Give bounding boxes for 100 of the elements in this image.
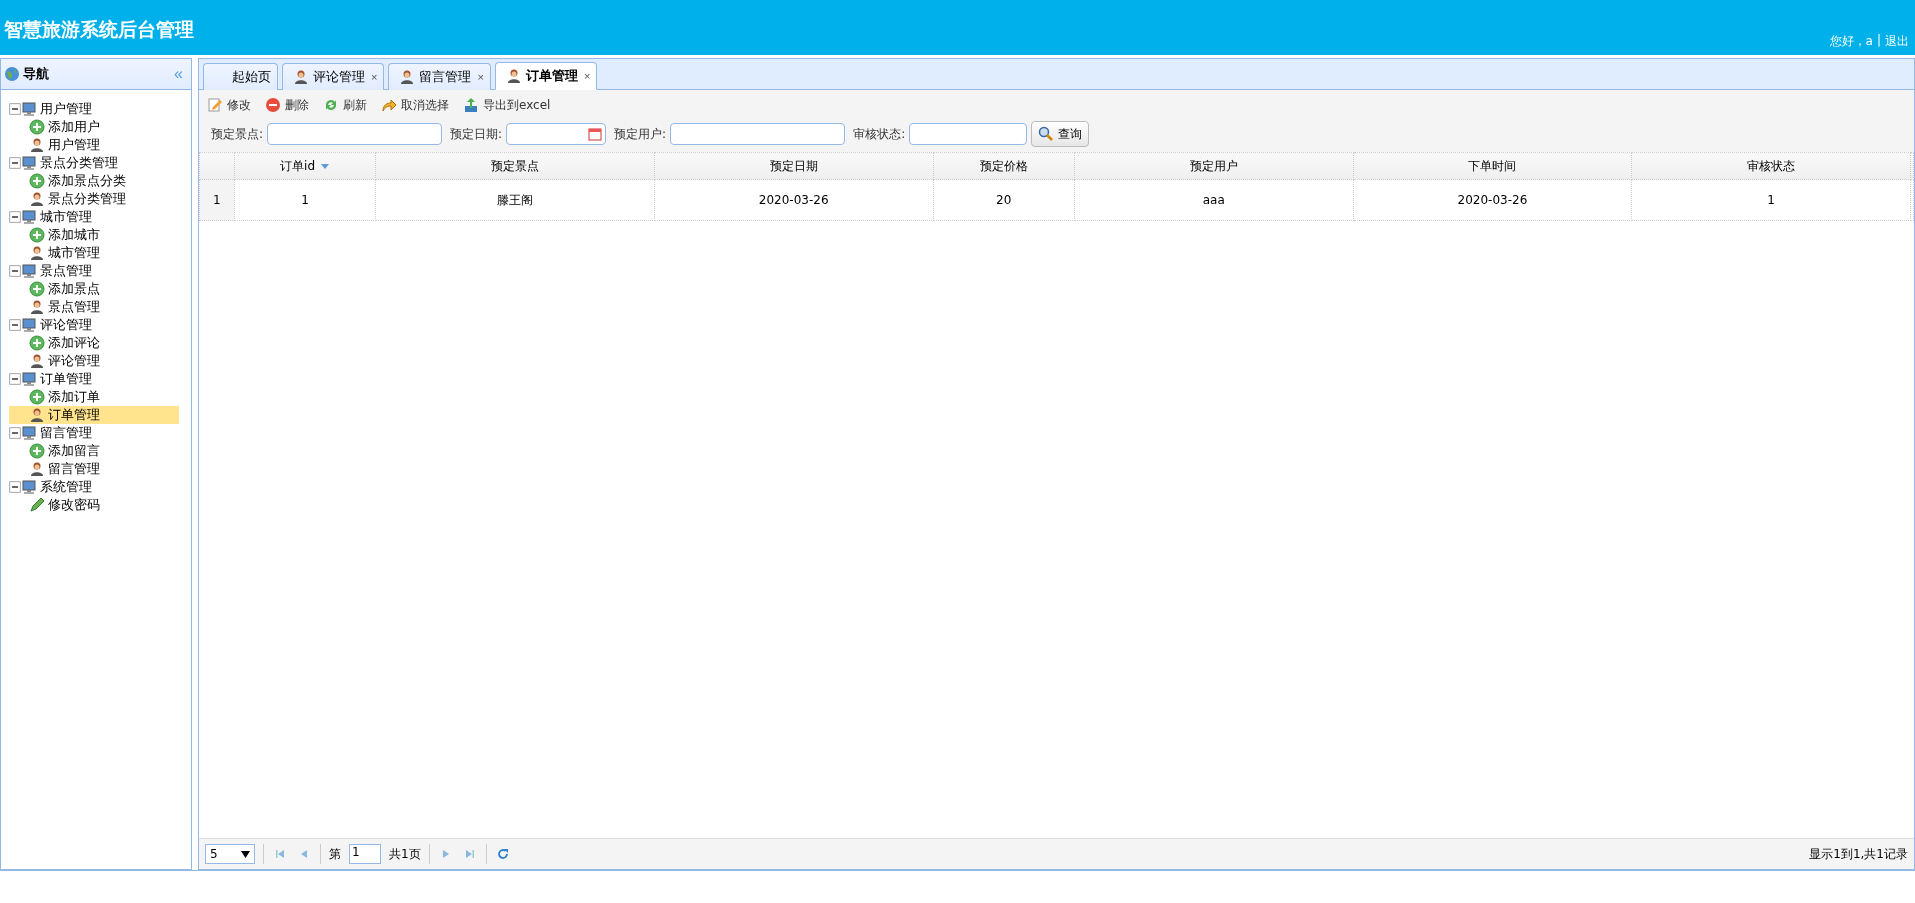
input-field[interactable] bbox=[267, 123, 443, 145]
tab[interactable]: 评论管理 × bbox=[282, 63, 385, 90]
minus-icon bbox=[9, 319, 21, 331]
input-field[interactable] bbox=[670, 123, 846, 145]
minus-icon bbox=[9, 265, 21, 277]
minus-icon bbox=[9, 427, 21, 439]
column-header[interactable]: 审核状态 bbox=[1631, 152, 1911, 180]
minus-icon bbox=[9, 373, 21, 385]
tree-item[interactable]: 用户管理 bbox=[9, 136, 191, 154]
tree-node[interactable]: 景点管理 bbox=[9, 262, 191, 280]
add-icon bbox=[29, 173, 45, 189]
next-icon bbox=[440, 849, 451, 859]
tree-item[interactable]: 添加留言 bbox=[9, 442, 191, 460]
calendar-icon bbox=[587, 126, 604, 142]
computer-icon bbox=[21, 479, 37, 495]
globe-icon bbox=[4, 66, 20, 82]
table-cell: 1 bbox=[234, 179, 376, 221]
minus-icon bbox=[9, 157, 21, 169]
toolbar-button[interactable]: 修改 bbox=[207, 96, 251, 114]
computer-icon bbox=[21, 209, 37, 225]
user-icon bbox=[29, 299, 45, 315]
refresh-icon bbox=[323, 97, 339, 113]
user-icon bbox=[29, 191, 45, 207]
close-button[interactable]: × bbox=[475, 71, 484, 83]
toolbar-button[interactable]: 刷新 bbox=[323, 96, 367, 114]
search-icon bbox=[1038, 126, 1055, 142]
row-number: 1 bbox=[199, 179, 235, 221]
tree-node[interactable]: 订单管理 bbox=[9, 370, 191, 388]
minus-icon bbox=[9, 103, 21, 115]
column-header[interactable]: 预定用户 bbox=[1074, 152, 1354, 180]
page-size-select[interactable]: 5 bbox=[205, 844, 255, 864]
tab[interactable]: 订单管理 × bbox=[494, 62, 598, 90]
filter-label: 预定景点: bbox=[211, 125, 264, 143]
tree-item[interactable]: 添加订单 bbox=[9, 388, 191, 406]
input-field[interactable] bbox=[909, 123, 1028, 145]
computer-icon bbox=[21, 371, 37, 387]
tab[interactable]: 留言管理 × bbox=[388, 63, 491, 90]
add-icon bbox=[29, 335, 45, 351]
toolbar-button[interactable]: 删除 bbox=[265, 96, 309, 114]
user-icon bbox=[399, 69, 416, 85]
tree-node[interactable]: 城市管理 bbox=[9, 208, 191, 226]
page-input[interactable]: 1 bbox=[349, 844, 381, 864]
date-field[interactable] bbox=[506, 123, 607, 145]
page-prefix: 第 bbox=[329, 845, 341, 863]
tree-node[interactable]: 用户管理 bbox=[9, 100, 191, 118]
tree-item[interactable]: 订单管理 bbox=[9, 406, 179, 424]
previous-icon bbox=[299, 849, 309, 859]
edit-icon bbox=[207, 97, 223, 113]
tree-item[interactable]: 留言管理 bbox=[9, 460, 191, 478]
column-header[interactable]: 下单时间 bbox=[1353, 152, 1632, 180]
add-icon bbox=[29, 227, 45, 243]
column-header[interactable]: 预定景点 bbox=[375, 152, 655, 180]
tree-item[interactable]: 景点管理 bbox=[9, 298, 191, 316]
dropdown-icon bbox=[241, 850, 250, 858]
table-cell: 1 bbox=[1631, 179, 1911, 221]
tree-item[interactable]: 添加景点 bbox=[9, 280, 191, 298]
total-pages: 共1页 bbox=[389, 845, 421, 863]
tree-item[interactable]: 城市管理 bbox=[9, 244, 191, 262]
column-header[interactable]: 预定价格 bbox=[933, 152, 1075, 180]
query-button[interactable]: 查询 bbox=[1031, 121, 1090, 147]
panel-title: 导航 bbox=[23, 65, 50, 83]
tree-item[interactable]: 添加景点分类 bbox=[9, 172, 191, 190]
computer-icon bbox=[21, 101, 37, 117]
filter-label: 审核状态: bbox=[853, 125, 906, 143]
filter-label: 预定日期: bbox=[450, 125, 503, 143]
close-button[interactable]: × bbox=[369, 71, 378, 83]
tree-item[interactable]: 景点分类管理 bbox=[9, 190, 191, 208]
toolbar-button[interactable]: 取消选择 bbox=[381, 96, 449, 114]
tree-item[interactable]: 修改密码 bbox=[9, 496, 191, 514]
add-icon bbox=[29, 443, 45, 459]
user-icon bbox=[29, 353, 45, 369]
tree-item[interactable]: 添加用户 bbox=[9, 118, 191, 136]
first-page-icon bbox=[275, 849, 285, 859]
column-header[interactable]: 订单id bbox=[234, 152, 376, 180]
user-icon bbox=[29, 137, 45, 153]
close-button[interactable]: × bbox=[581, 70, 591, 82]
add-icon bbox=[29, 389, 45, 405]
last-page-icon bbox=[464, 849, 475, 859]
tree-node[interactable]: 评论管理 bbox=[9, 316, 191, 334]
filter-label: 预定用户: bbox=[614, 125, 667, 143]
computer-icon bbox=[21, 425, 37, 441]
tree-node[interactable]: 系统管理 bbox=[9, 478, 191, 496]
tree-item[interactable]: 添加城市 bbox=[9, 226, 191, 244]
record-summary: 显示1到1,共1记录 bbox=[1809, 845, 1908, 863]
arrow-icon bbox=[381, 97, 397, 113]
tab[interactable]: 起始页 bbox=[203, 63, 278, 90]
tree-node[interactable]: 景点分类管理 bbox=[9, 154, 191, 172]
table-cell: 20 bbox=[933, 179, 1075, 221]
app-title: 智慧旅游系统后台管理 bbox=[4, 17, 194, 42]
tree-item[interactable]: 评论管理 bbox=[9, 352, 191, 370]
column-header[interactable]: 预定日期 bbox=[654, 152, 934, 180]
minus-icon bbox=[9, 211, 21, 223]
tree-item[interactable]: 添加评论 bbox=[9, 334, 191, 352]
toolbar-button[interactable]: 导出到excel bbox=[463, 96, 551, 114]
user-icon bbox=[29, 461, 45, 477]
tree-node[interactable]: 留言管理 bbox=[9, 424, 191, 442]
table-cell: 滕王阁 bbox=[375, 179, 655, 221]
greeting-text: 您好，a bbox=[1829, 33, 1873, 50]
minus-icon bbox=[9, 481, 21, 493]
delete-icon bbox=[265, 97, 281, 113]
